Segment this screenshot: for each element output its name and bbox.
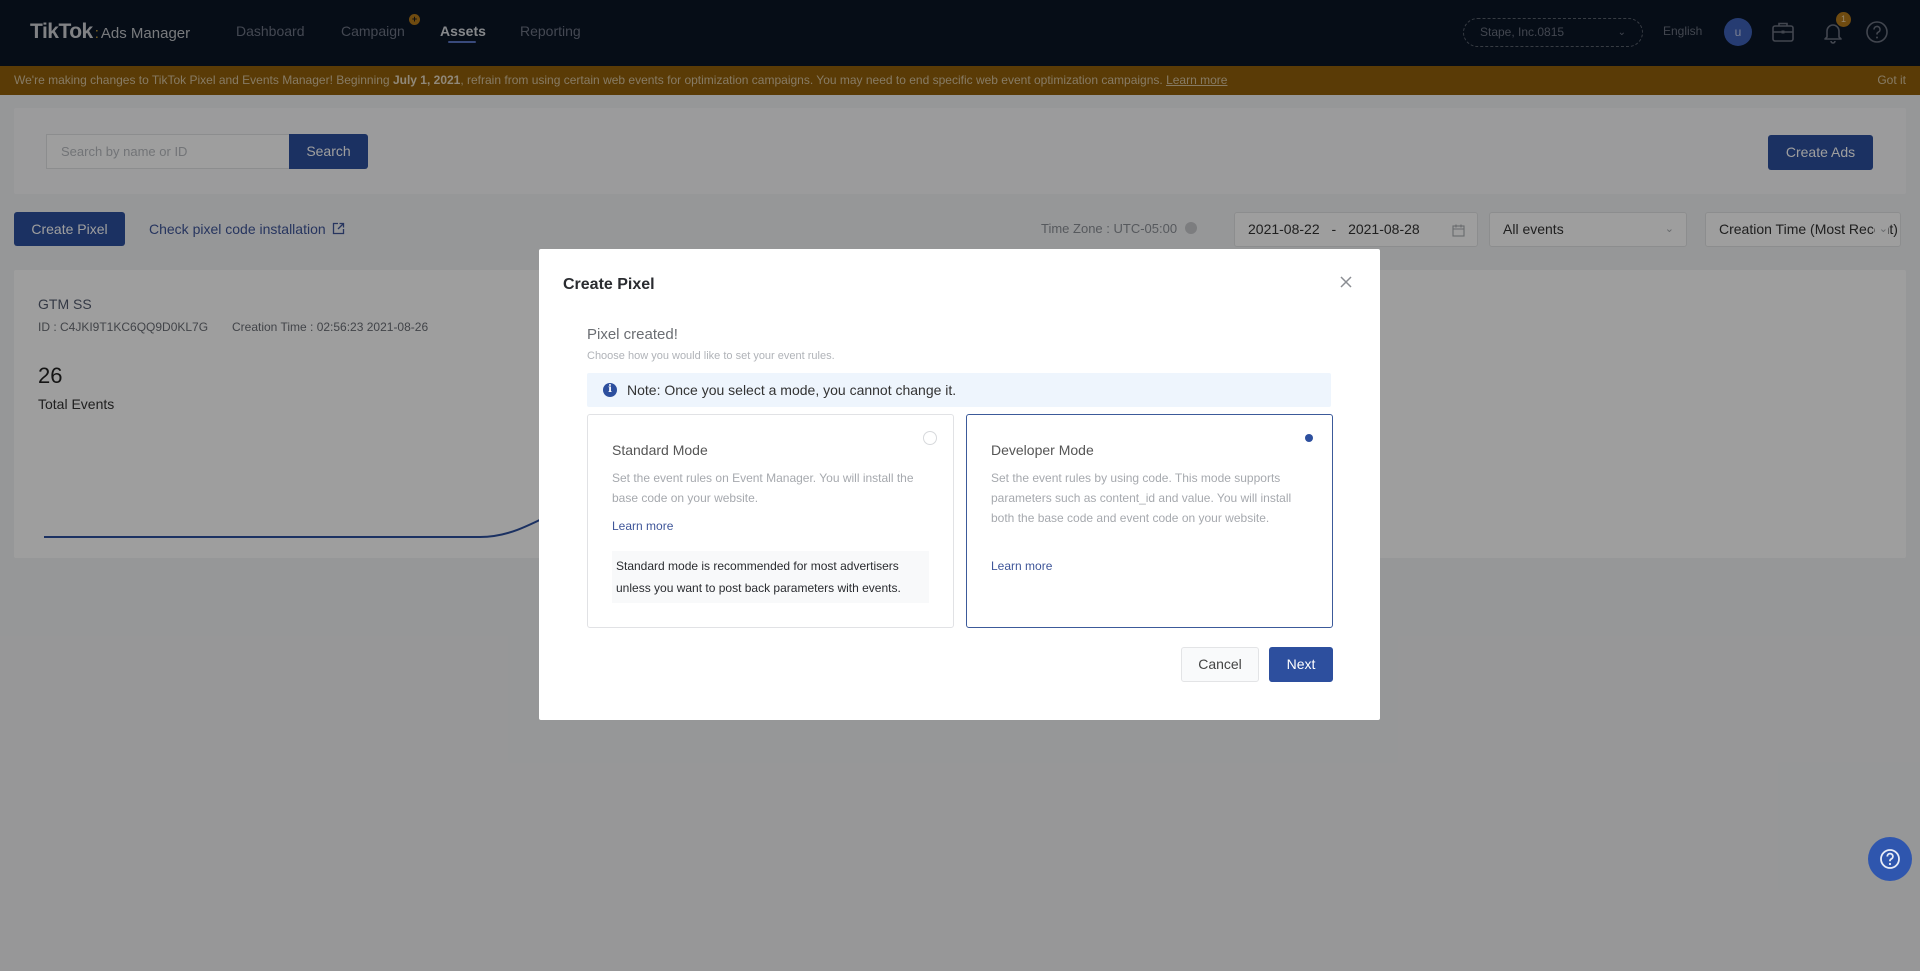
next-button[interactable]: Next [1269, 647, 1333, 682]
mode-warning-note: i Note: Once you select a mode, you cann… [587, 373, 1331, 407]
standard-mode-radio[interactable] [923, 431, 937, 445]
mode-description: Set the event rules by using code. This … [991, 471, 1292, 525]
close-icon[interactable] [1335, 271, 1357, 293]
mode-title: Developer Mode [991, 442, 1094, 458]
dialog-heading: Pixel created! [587, 326, 678, 343]
floating-help-button[interactable] [1868, 837, 1912, 881]
mode-title: Standard Mode [612, 442, 708, 458]
info-icon: i [603, 383, 617, 397]
dialog-title: Create Pixel [563, 276, 655, 293]
mode-description: Set the event rules on Event Manager. Yo… [612, 471, 914, 505]
dialog-subheading: Choose how you would like to set your ev… [587, 350, 835, 362]
create-pixel-dialog: Create Pixel Pixel created! Choose how y… [539, 249, 1380, 720]
developer-mode-radio[interactable] [1302, 431, 1316, 445]
standard-mode-option[interactable]: Standard Mode Set the event rules on Eve… [587, 414, 954, 628]
note-text: Note: Once you select a mode, you cannot… [627, 382, 957, 398]
cancel-button[interactable]: Cancel [1181, 647, 1259, 682]
developer-mode-option[interactable]: Developer Mode Set the event rules by us… [966, 414, 1333, 628]
developer-mode-learn-more-link[interactable]: Learn more [991, 559, 1052, 573]
standard-mode-learn-more-link[interactable]: Learn more [612, 519, 673, 533]
question-mark-icon [1880, 849, 1900, 869]
standard-mode-recommendation: Standard mode is recommended for most ad… [612, 551, 929, 603]
